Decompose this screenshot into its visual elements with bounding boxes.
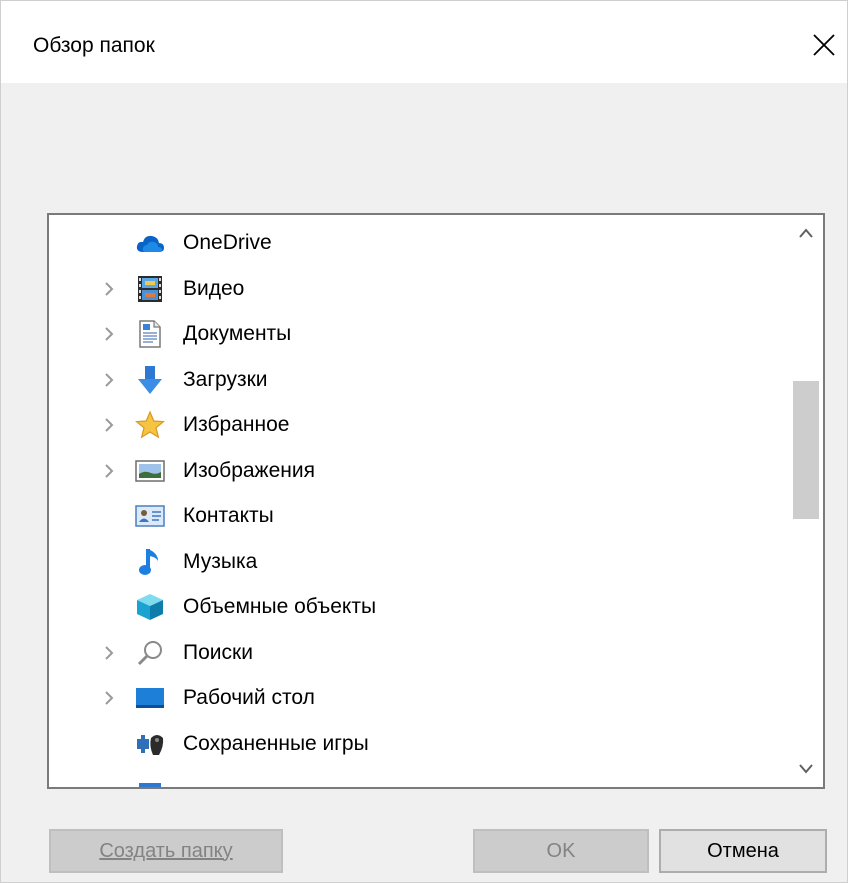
music-note-icon	[135, 547, 165, 577]
pictures-folder-icon	[135, 456, 165, 486]
tree-item[interactable]: Документы	[49, 314, 789, 354]
scroll-down-button[interactable]	[789, 751, 823, 787]
onedrive-cloud-icon	[135, 228, 165, 258]
tree-item-label: Изображения	[183, 458, 315, 482]
cancel-label: Отмена	[707, 839, 779, 862]
tree-item-label: Объемные объекты	[183, 595, 377, 618]
tree-item-label: Контакты	[183, 504, 274, 527]
tree-item[interactable]: Рабочий стол	[49, 678, 789, 718]
tree-item[interactable]: Контакты	[49, 496, 789, 536]
tree-item-label: Рабочий стол	[183, 686, 315, 709]
downloads-arrow-icon	[135, 365, 165, 395]
tree-item[interactable]: Загрузки	[49, 360, 789, 400]
3d-objects-cube-icon	[135, 592, 165, 622]
tree-item[interactable]: Изображения	[49, 451, 789, 491]
browse-folders-dialog: Обзор папок OneDrive Видео Документы Загруз…	[0, 0, 848, 883]
new-folder-label: Создать папку	[99, 839, 233, 862]
tree-item[interactable]: OneDrive	[49, 223, 789, 263]
scrollbar-thumb[interactable]	[793, 381, 819, 519]
saved-games-icon	[135, 729, 165, 759]
folder-tree[interactable]: OneDrive Видео Документы Загрузки Избранное И…	[47, 213, 825, 789]
links-folder-icon	[135, 774, 165, 787]
tree-item-label: Видео	[183, 276, 245, 300]
cancel-button[interactable]: Отмена	[659, 829, 827, 873]
tree-item[interactable]: Поиски	[49, 633, 789, 673]
searches-magnifier-icon	[135, 638, 165, 668]
tree-item-label: Избранное	[183, 413, 290, 436]
tree-item[interactable]: Избранное	[49, 405, 789, 445]
video-folder-icon	[135, 274, 165, 304]
chevron-down-icon	[799, 764, 813, 774]
tree-item[interactable]: Видео	[49, 269, 789, 309]
tree-item-label: Музыка	[183, 549, 258, 573]
expand-chevron-icon[interactable]	[99, 451, 119, 491]
new-folder-button[interactable]: Создать папку	[49, 829, 283, 873]
expand-chevron-icon[interactable]	[99, 678, 119, 718]
tree-item-label: Документы	[183, 322, 292, 345]
close-button[interactable]	[801, 25, 847, 65]
expand-chevron-icon[interactable]	[99, 314, 119, 354]
ok-label: OK	[546, 839, 576, 862]
expand-chevron-icon[interactable]	[99, 360, 119, 400]
documents-folder-icon	[135, 319, 165, 349]
tree-item[interactable]: Музыка	[49, 542, 789, 582]
tree-item[interactable]: Объемные объекты	[49, 587, 789, 627]
tree-item-label: OneDrive	[183, 231, 272, 254]
tree-item-label: Поиски	[183, 640, 253, 664]
expand-chevron-icon[interactable]	[99, 405, 119, 445]
expand-chevron-icon[interactable]	[99, 633, 119, 673]
vertical-scrollbar[interactable]	[789, 215, 823, 787]
chevron-up-icon	[799, 228, 813, 238]
contacts-card-icon	[135, 501, 165, 531]
dialog-title: Обзор папок	[33, 34, 155, 57]
tree-item[interactable]	[49, 769, 789, 787]
favorites-star-icon	[135, 410, 165, 440]
tree-item-label: Сохраненные игры	[183, 731, 369, 755]
scroll-up-button[interactable]	[789, 215, 823, 251]
ok-button[interactable]: OK	[473, 829, 649, 873]
title-bar: Обзор папок	[1, 1, 847, 83]
expand-chevron-icon[interactable]	[99, 269, 119, 309]
tree-item-label: Загрузки	[183, 367, 268, 391]
tree-item[interactable]: Сохраненные игры	[49, 724, 789, 764]
desktop-folder-icon	[135, 683, 165, 713]
close-icon	[813, 34, 835, 56]
